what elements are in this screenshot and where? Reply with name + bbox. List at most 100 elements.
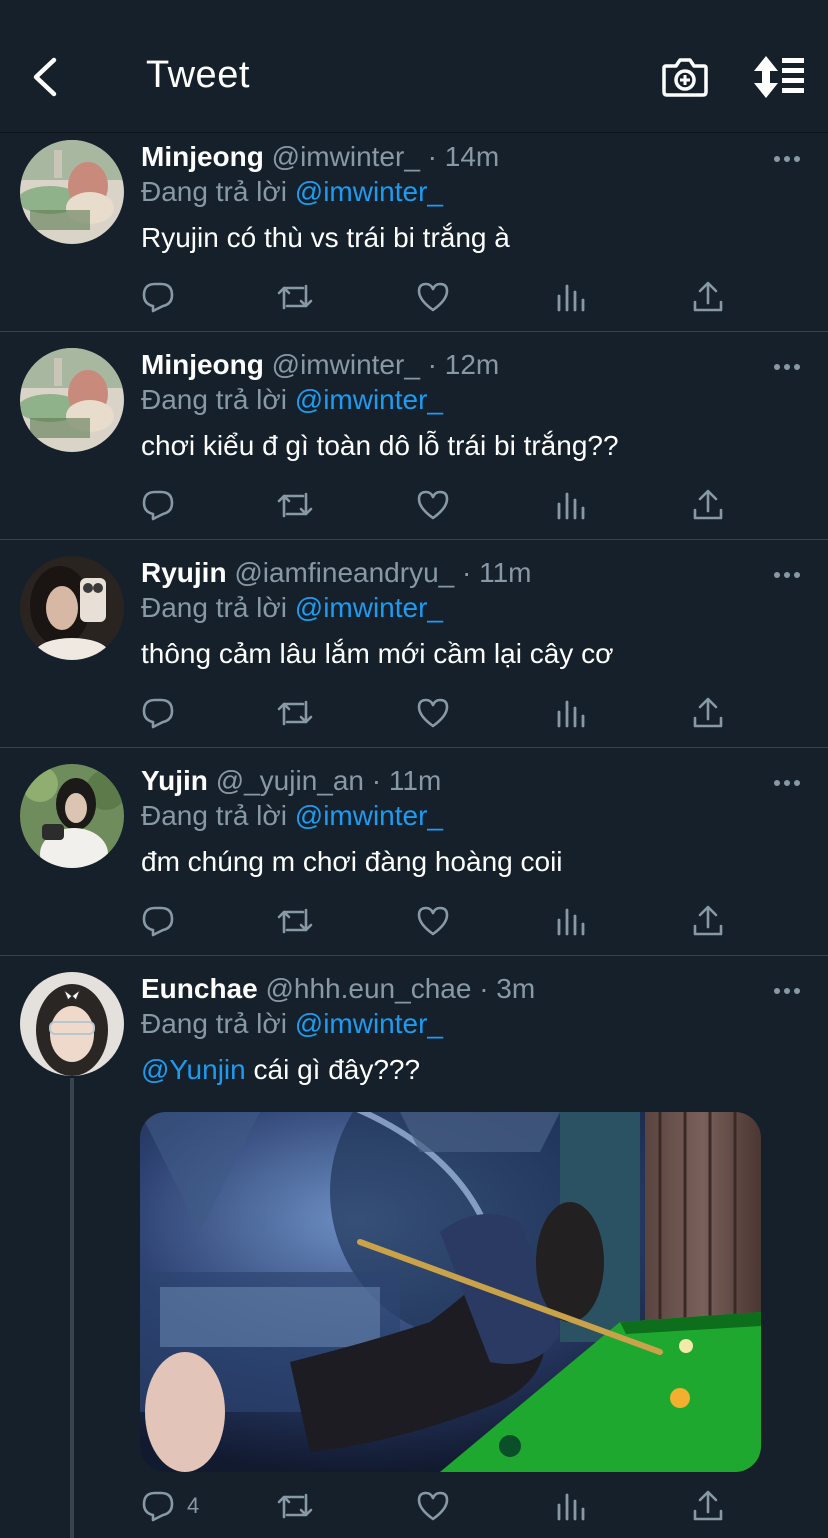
- reply-icon: [142, 906, 174, 937]
- reply-button[interactable]: [141, 901, 175, 941]
- tweet-header: Eunchae @hhh.eun_chae · 3m: [141, 973, 535, 1005]
- share-icon: [693, 1490, 723, 1521]
- more-options-icon[interactable]: [772, 153, 802, 165]
- replying-to: Đang trả lời @imwinter_: [141, 176, 443, 208]
- replying-prefix: Đang trả lời: [141, 176, 287, 207]
- analytics-button[interactable]: [556, 485, 586, 525]
- replying-prefix: Đang trả lời: [141, 592, 287, 623]
- tweet-item[interactable]: Minjeong @imwinter_ · 14m Đang trả lời @…: [0, 133, 828, 332]
- share-button[interactable]: [692, 1486, 724, 1526]
- reply-button[interactable]: [141, 485, 175, 525]
- sort-list-icon[interactable]: [752, 54, 806, 100]
- analytics-button[interactable]: [556, 901, 586, 941]
- analytics-icon: [557, 700, 585, 728]
- username[interactable]: @hhh.eun_chae: [265, 973, 471, 1004]
- display-name[interactable]: Eunchae: [141, 973, 258, 1004]
- tweet-header: Ryujin @iamfineandryu_ · 11m: [141, 557, 532, 589]
- more-options-icon[interactable]: [772, 569, 802, 581]
- tweet-header: Minjeong @imwinter_ · 14m: [141, 141, 499, 173]
- tweet-header: Yujin @_yujin_an · 11m: [141, 765, 441, 797]
- share-button[interactable]: [692, 901, 724, 941]
- share-button[interactable]: [692, 277, 724, 317]
- reply-icon: [142, 490, 174, 521]
- analytics-icon: [557, 908, 585, 936]
- avatar[interactable]: [20, 348, 124, 452]
- analytics-button[interactable]: [556, 1486, 586, 1526]
- replying-to: Đang trả lời @imwinter_: [141, 800, 443, 832]
- retweet-icon: [277, 1493, 313, 1519]
- retweet-button[interactable]: [276, 693, 314, 733]
- retweet-icon: [277, 492, 313, 518]
- analytics-icon: [557, 284, 585, 312]
- tweet-text-body: cái gì đây???: [245, 1054, 421, 1085]
- tweet-actions: [0, 693, 828, 733]
- avatar[interactable]: [20, 140, 124, 244]
- timestamp: · 14m: [427, 141, 500, 172]
- tweet-text: thông cảm lâu lắm mới cầm lại cây cơ: [141, 638, 614, 669]
- like-icon: [417, 282, 449, 312]
- like-button[interactable]: [416, 277, 450, 317]
- camera-plus-icon[interactable]: [660, 54, 710, 100]
- username[interactable]: @iamfineandryu_: [234, 557, 454, 588]
- retweet-icon: [277, 284, 313, 310]
- reply-icon: [142, 282, 174, 313]
- avatar[interactable]: [20, 972, 124, 1076]
- reply-count: 4: [187, 1493, 200, 1518]
- like-button[interactable]: [416, 1486, 450, 1526]
- avatar[interactable]: [20, 764, 124, 868]
- more-options-icon[interactable]: [772, 777, 802, 789]
- mention-link[interactable]: @imwinter_: [295, 1008, 443, 1039]
- display-name[interactable]: Minjeong: [141, 349, 264, 380]
- more-options-icon[interactable]: [772, 361, 802, 373]
- like-icon: [417, 906, 449, 936]
- share-button[interactable]: [692, 693, 724, 733]
- chevron-left-icon[interactable]: [26, 54, 66, 100]
- tweet-header: Minjeong @imwinter_ · 12m: [141, 349, 499, 381]
- more-options-icon[interactable]: [772, 985, 802, 997]
- mention-link[interactable]: @imwinter_: [295, 176, 443, 207]
- tweet-text: chơi kiểu đ gì toàn dô lỗ trái bi trắng?…: [141, 430, 619, 461]
- tweet-actions: [0, 277, 828, 317]
- display-name[interactable]: Ryujin: [141, 557, 227, 588]
- reply-button[interactable]: 4: [141, 1486, 199, 1526]
- username[interactable]: @imwinter_: [272, 141, 420, 172]
- tweet-item[interactable]: Yujin @_yujin_an · 11m Đang trả lời @imw…: [0, 748, 828, 956]
- replying-to: Đang trả lời @imwinter_: [141, 592, 443, 624]
- retweet-button[interactable]: [276, 277, 314, 317]
- share-icon: [693, 489, 723, 520]
- display-name[interactable]: Minjeong: [141, 141, 264, 172]
- mention-link[interactable]: @imwinter_: [295, 384, 443, 415]
- tweet-photo[interactable]: [140, 1112, 761, 1472]
- tweet-item[interactable]: Minjeong @imwinter_ · 12m Đang trả lời @…: [0, 332, 828, 540]
- like-icon: [417, 698, 449, 728]
- share-button[interactable]: [692, 485, 724, 525]
- retweet-button[interactable]: [276, 1486, 314, 1526]
- avatar[interactable]: [20, 556, 124, 660]
- timestamp: · 3m: [479, 973, 536, 1004]
- replying-to: Đang trả lời @imwinter_: [141, 384, 443, 416]
- reply-button[interactable]: [141, 277, 175, 317]
- retweet-icon: [277, 908, 313, 934]
- like-button[interactable]: [416, 485, 450, 525]
- retweet-button[interactable]: [276, 485, 314, 525]
- mention-link[interactable]: @Yunjin: [141, 1054, 246, 1085]
- page-title: Tweet: [146, 54, 250, 96]
- tweet-text: đm chúng m chơi đàng hoàng coii: [141, 846, 563, 877]
- analytics-button[interactable]: [556, 693, 586, 733]
- mention-link[interactable]: @imwinter_: [295, 592, 443, 623]
- tweet-item[interactable]: Ryujin @iamfineandryu_ · 11m Đang trả lờ…: [0, 540, 828, 748]
- retweet-button[interactable]: [276, 901, 314, 941]
- replying-to: Đang trả lời @imwinter_: [141, 1008, 443, 1040]
- tweet-actions: [0, 485, 828, 525]
- replying-prefix: Đang trả lời: [141, 800, 287, 831]
- analytics-button[interactable]: [556, 277, 586, 317]
- username[interactable]: @imwinter_: [272, 349, 420, 380]
- timestamp: · 11m: [371, 765, 442, 796]
- like-button[interactable]: [416, 901, 450, 941]
- mention-link[interactable]: @imwinter_: [295, 800, 443, 831]
- thread-line: [70, 1078, 74, 1538]
- like-button[interactable]: [416, 693, 450, 733]
- reply-button[interactable]: [141, 693, 175, 733]
- username[interactable]: @_yujin_an: [216, 765, 364, 796]
- display-name[interactable]: Yujin: [141, 765, 208, 796]
